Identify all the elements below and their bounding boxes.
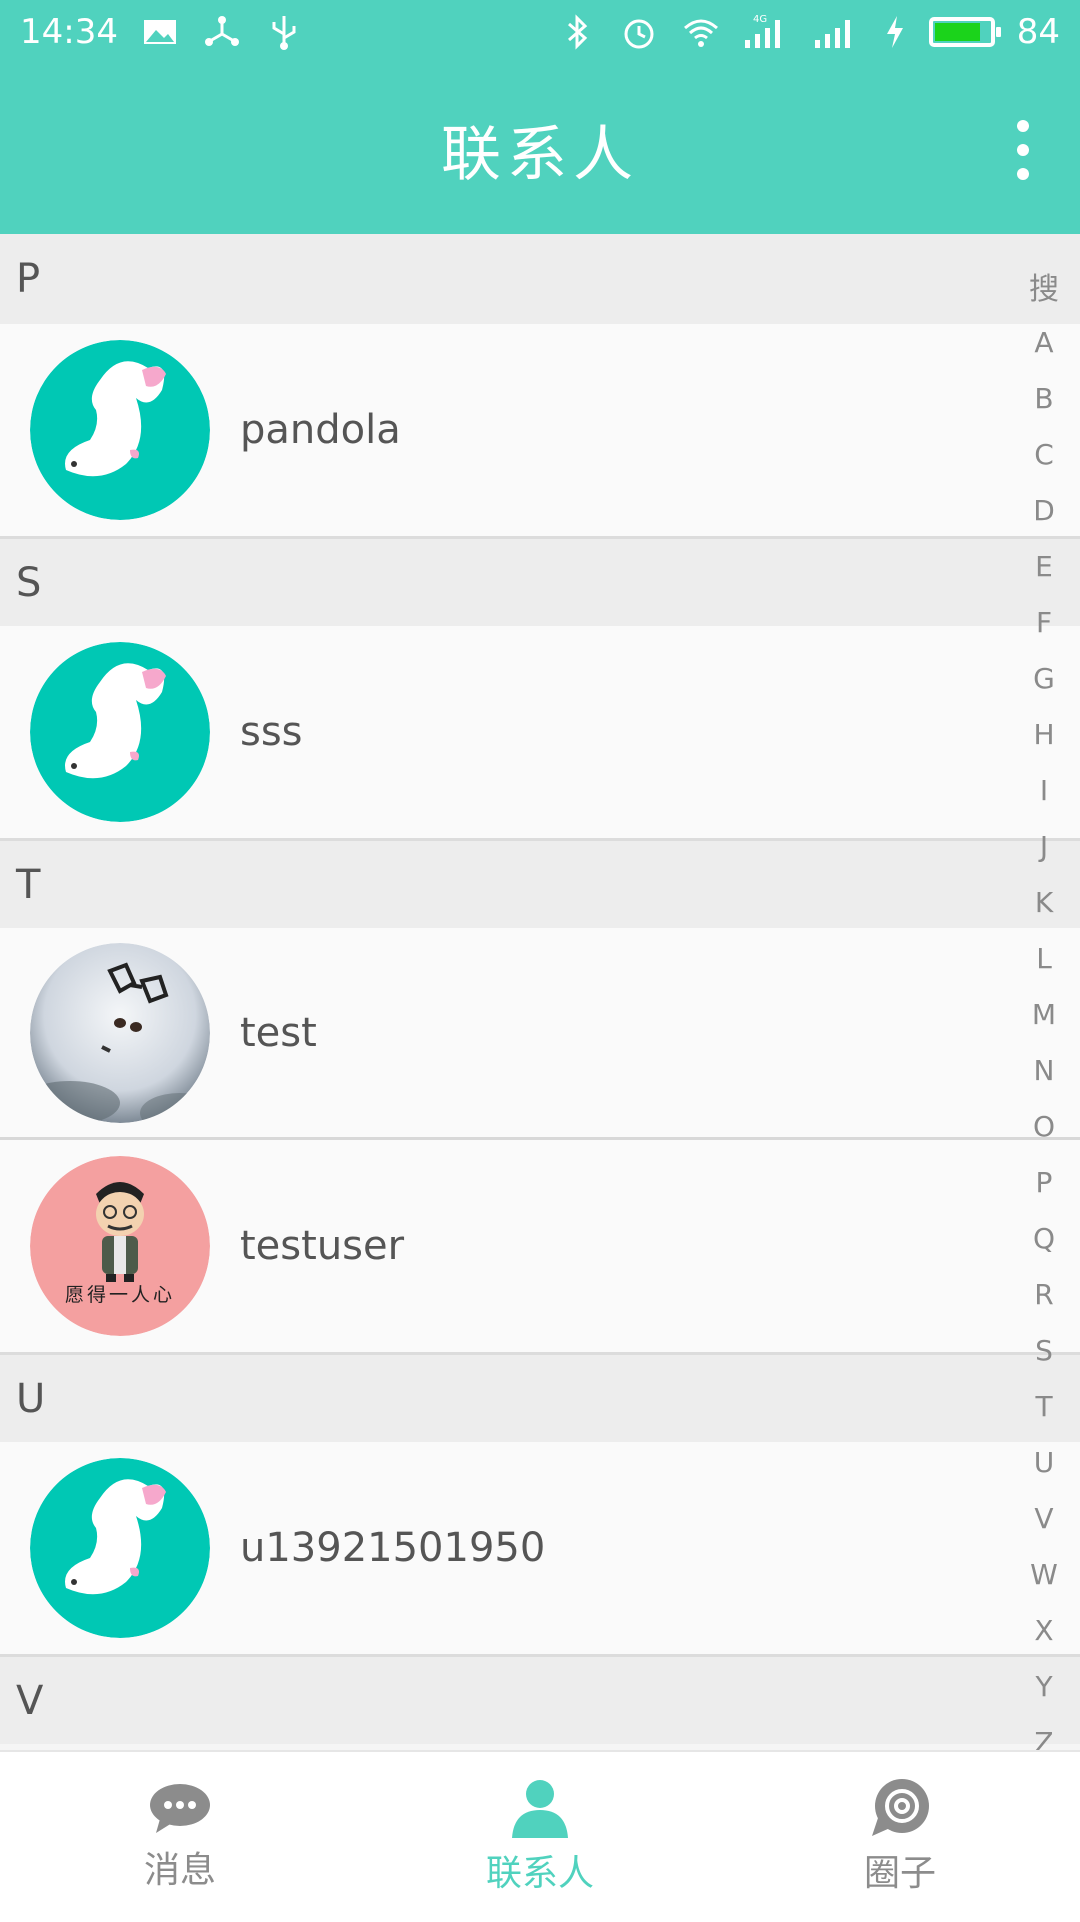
snow-glasses-avatar	[30, 942, 210, 1123]
index-letter-b[interactable]: B	[1034, 370, 1053, 426]
section-header-p: P	[0, 234, 1080, 324]
tab-contacts[interactable]: 联系人	[390, 1778, 690, 1896]
image-icon	[143, 20, 176, 44]
status-bar: 14:34 4G 84	[0, 0, 1080, 64]
index-letter-s[interactable]: S	[1035, 1322, 1053, 1378]
index-letter-v[interactable]: V	[1034, 1490, 1053, 1546]
section-header-t: T	[0, 838, 1080, 928]
contact-row[interactable]: sss	[0, 626, 1080, 838]
cartoon-man-avatar: 愿得一人心	[30, 1156, 210, 1336]
index-letter-o[interactable]: O	[1033, 1098, 1055, 1154]
tab-label: 消息	[143, 1850, 216, 1891]
index-letter-w[interactable]: W	[1030, 1546, 1058, 1602]
alarm-icon	[624, 19, 654, 49]
index-letter-q[interactable]: Q	[1033, 1210, 1055, 1266]
signal-4g-icon: 4G	[744, 14, 780, 48]
index-letter-g[interactable]: G	[1033, 650, 1055, 706]
contact-row[interactable]: test	[0, 928, 1080, 1140]
index-letter-u[interactable]: U	[1034, 1434, 1055, 1490]
usb-icon	[272, 16, 296, 50]
index-letter-l[interactable]: L	[1036, 930, 1052, 986]
index-letter-n[interactable]: N	[1034, 1042, 1055, 1098]
signal-icon	[814, 20, 850, 48]
tab-label: 联系人	[485, 1853, 594, 1894]
chat-bubble-icon	[150, 1784, 210, 1833]
section-header-u: U	[0, 1352, 1080, 1442]
charging-icon	[886, 16, 903, 48]
share-node-icon	[204, 16, 239, 46]
contact-row[interactable]: 愿得一人心 testuser	[0, 1140, 1080, 1352]
contact-row[interactable]: pandola	[0, 324, 1080, 536]
tab-messages[interactable]: 消息	[30, 1781, 330, 1893]
fish-avatar	[30, 1458, 210, 1638]
contact-name: u13921501950	[240, 1525, 546, 1571]
bluetooth-icon	[567, 14, 587, 50]
battery-icon	[928, 17, 1001, 47]
bottom-nav: 消息 联系人 圈子	[0, 1750, 1080, 1922]
fish-avatar	[30, 642, 210, 822]
index-letter-x[interactable]: X	[1034, 1602, 1053, 1658]
index-letter-m[interactable]: M	[1032, 986, 1056, 1042]
contact-name: test	[240, 1009, 317, 1056]
alphabet-index[interactable]: 搜 A B C D E F G H I J K L M N O P Q R S …	[1026, 258, 1062, 1770]
index-search[interactable]: 搜	[1029, 258, 1059, 314]
battery-level: 84	[1016, 12, 1060, 52]
svg-text:4G: 4G	[753, 14, 767, 25]
index-letter-j[interactable]: J	[1040, 818, 1048, 874]
index-letter-i[interactable]: I	[1040, 762, 1048, 818]
battery-fill	[934, 23, 980, 41]
tab-label: 圈子	[863, 1853, 936, 1894]
contact-name: pandola	[240, 407, 401, 453]
circle-target-icon	[872, 1779, 929, 1836]
index-letter-k[interactable]: K	[1035, 874, 1053, 930]
index-letter-f[interactable]: F	[1036, 594, 1052, 650]
wifi-icon	[683, 19, 718, 47]
index-letter-y[interactable]: Y	[1035, 1658, 1052, 1714]
avatar-caption: 愿得一人心	[64, 1284, 175, 1306]
index-letter-h[interactable]: H	[1033, 706, 1054, 762]
status-time: 14:34	[20, 12, 118, 52]
person-icon	[512, 1780, 568, 1838]
contact-name: testuser	[240, 1223, 405, 1269]
index-letter-e[interactable]: E	[1035, 538, 1053, 594]
app-bar: 联系人	[0, 64, 1080, 234]
more-vert-icon	[1017, 120, 1029, 132]
section-header-s: S	[0, 536, 1080, 626]
index-letter-t[interactable]: T	[1035, 1378, 1052, 1434]
index-letter-a[interactable]: A	[1034, 314, 1053, 370]
index-letter-d[interactable]: D	[1033, 482, 1055, 538]
index-letter-p[interactable]: P	[1036, 1154, 1053, 1210]
contact-name: sss	[240, 709, 303, 755]
contact-row[interactable]: u13921501950	[0, 1442, 1080, 1654]
page-title: 联系人	[441, 119, 639, 190]
section-header-v: V	[0, 1654, 1080, 1744]
fish-avatar	[30, 340, 210, 520]
index-letter-c[interactable]: C	[1034, 426, 1054, 482]
more-menu-button[interactable]	[1006, 120, 1040, 180]
tab-circles[interactable]: 圈子	[750, 1778, 1050, 1896]
contact-list[interactable]: P pandola S sss T test 愿得一人心 testuser U …	[0, 234, 1080, 1744]
index-letter-r[interactable]: R	[1034, 1266, 1053, 1322]
